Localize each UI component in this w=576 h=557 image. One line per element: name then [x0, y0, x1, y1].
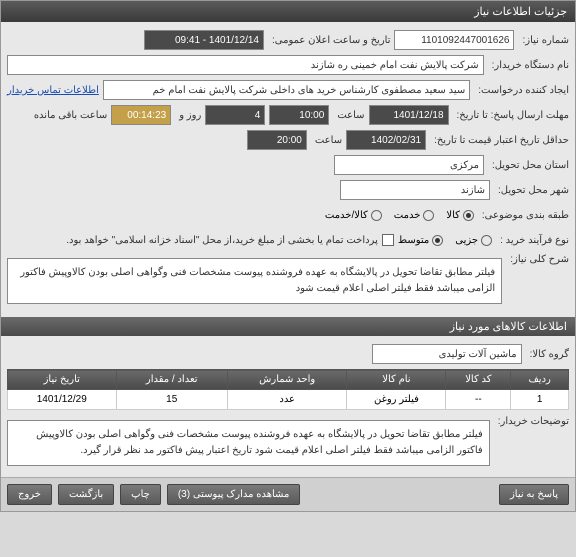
- th-unit: واحد شمارش: [227, 370, 346, 390]
- radio-icon: [432, 235, 443, 246]
- province-label: استان محل تحویل:: [488, 160, 569, 171]
- goods-content: گروه کالا: ماشین آلات تولیدی ردیف کد کال…: [1, 336, 575, 477]
- purchase-type-group: جزیی متوسط: [398, 235, 492, 246]
- deadline-label: مهلت ارسال پاسخ: تا تاریخ:: [453, 110, 569, 121]
- desc-label: شرح کلی نیاز:: [506, 254, 569, 265]
- need-number-field: 1101092447001626: [394, 30, 514, 50]
- th-date: تاریخ نیاز: [8, 370, 117, 390]
- radio-icon: [371, 210, 382, 221]
- attachments-button[interactable]: مشاهده مدارک پیوستی (3): [167, 484, 301, 505]
- radio-icon: [481, 235, 492, 246]
- radio-service[interactable]: خدمت: [394, 210, 435, 221]
- goods-section-header: اطلاعات کالاهای مورد نیاز: [1, 317, 575, 336]
- radio-goods[interactable]: کالا: [446, 210, 474, 221]
- category-label: طبقه بندی موضوعی:: [478, 210, 569, 221]
- org-label: نام دستگاه خریدار:: [488, 60, 569, 71]
- announce-field: 1401/12/14 - 09:41: [144, 30, 264, 50]
- province-field: مرکزی: [334, 155, 484, 175]
- goods-table: ردیف کد کالا نام کالا واحد شمارش تعداد /…: [7, 369, 569, 410]
- time-label-2: ساعت: [311, 135, 342, 146]
- purchase-type-label: نوع فرآیند خرید :: [496, 235, 569, 246]
- back-button[interactable]: بازگشت: [58, 484, 114, 505]
- window-titlebar: جزئیات اطلاعات نیاز: [1, 1, 575, 22]
- buyer-notes-box: فیلتر مطابق تقاضا تحویل در پالایشگاه به …: [7, 420, 490, 466]
- th-qty: تعداد / مقدار: [116, 370, 227, 390]
- announce-label: تاریخ و ساعت اعلان عمومی:: [268, 35, 391, 46]
- table-header-row: ردیف کد کالا نام کالا واحد شمارش تعداد /…: [8, 370, 569, 390]
- radio-icon: [463, 210, 474, 221]
- exit-button[interactable]: خروج: [7, 484, 52, 505]
- contact-link[interactable]: اطلاعات تماس خریدار: [7, 85, 99, 96]
- window-title: جزئیات اطلاعات نیاز: [474, 6, 567, 18]
- th-name: نام کالا: [347, 370, 446, 390]
- desc-box: فیلتر مطابق تقاضا تحویل در پالایشگاه به …: [7, 258, 502, 304]
- radio-icon: [423, 210, 434, 221]
- radio-both[interactable]: کالا/خدمت: [325, 210, 382, 221]
- main-window: جزئیات اطلاعات نیاز شماره نیاز: 11010924…: [0, 0, 576, 512]
- city-label: شهر محل تحویل:: [494, 185, 569, 196]
- group-field: ماشین آلات تولیدی: [372, 344, 522, 364]
- group-label: گروه کالا:: [526, 349, 569, 360]
- days-label: روز و: [175, 110, 201, 121]
- cell-unit: عدد: [227, 390, 346, 410]
- cell-qty: 15: [116, 390, 227, 410]
- requester-label: ایجاد کننده درخواست:: [474, 85, 569, 96]
- city-field: شازند: [340, 180, 490, 200]
- time-label-1: ساعت: [333, 110, 364, 121]
- cell-name: فیلتر روغن: [347, 390, 446, 410]
- cell-date: 1401/12/29: [8, 390, 117, 410]
- cell-code: --: [446, 390, 511, 410]
- deadline-date-field: 1401/12/18: [369, 105, 449, 125]
- footer-bar: پاسخ به نیاز مشاهده مدارک پیوستی (3) چاپ…: [1, 477, 575, 511]
- category-radio-group: کالا خدمت کالا/خدمت: [325, 210, 474, 221]
- radio-small[interactable]: جزیی: [455, 235, 492, 246]
- validity-time-field: 20:00: [247, 130, 307, 150]
- payment-note: پرداخت تمام یا بخشی از مبلغ خرید،از محل …: [62, 235, 378, 246]
- org-field: شرکت پالایش نفت امام خمینی ره شازند: [7, 55, 484, 75]
- deadline-time-field: 10:00: [269, 105, 329, 125]
- table-row[interactable]: 1 -- فیلتر روغن عدد 15 1401/12/29: [8, 390, 569, 410]
- th-row: ردیف: [511, 370, 569, 390]
- print-button[interactable]: چاپ: [120, 484, 161, 505]
- payment-checkbox[interactable]: [382, 234, 394, 246]
- countdown-field: 00:14:23: [111, 105, 171, 125]
- days-field: 4: [205, 105, 265, 125]
- buyer-notes-label: توضیحات خریدار:: [494, 416, 569, 427]
- validity-label: حداقل تاریخ اعتبار قیمت تا تاریخ:: [430, 135, 569, 146]
- cell-row: 1: [511, 390, 569, 410]
- need-number-label: شماره نیاز:: [518, 35, 569, 46]
- radio-medium[interactable]: متوسط: [398, 235, 443, 246]
- requester-field: سید سعید مصطفوی کارشناس خرید های داخلی ش…: [103, 80, 470, 100]
- header-content: شماره نیاز: 1101092447001626 تاریخ و ساع…: [1, 22, 575, 315]
- th-code: کد کالا: [446, 370, 511, 390]
- validity-date-field: 1402/02/31: [346, 130, 426, 150]
- respond-button[interactable]: پاسخ به نیاز: [499, 484, 569, 505]
- remaining-label: ساعت باقی مانده: [30, 110, 107, 121]
